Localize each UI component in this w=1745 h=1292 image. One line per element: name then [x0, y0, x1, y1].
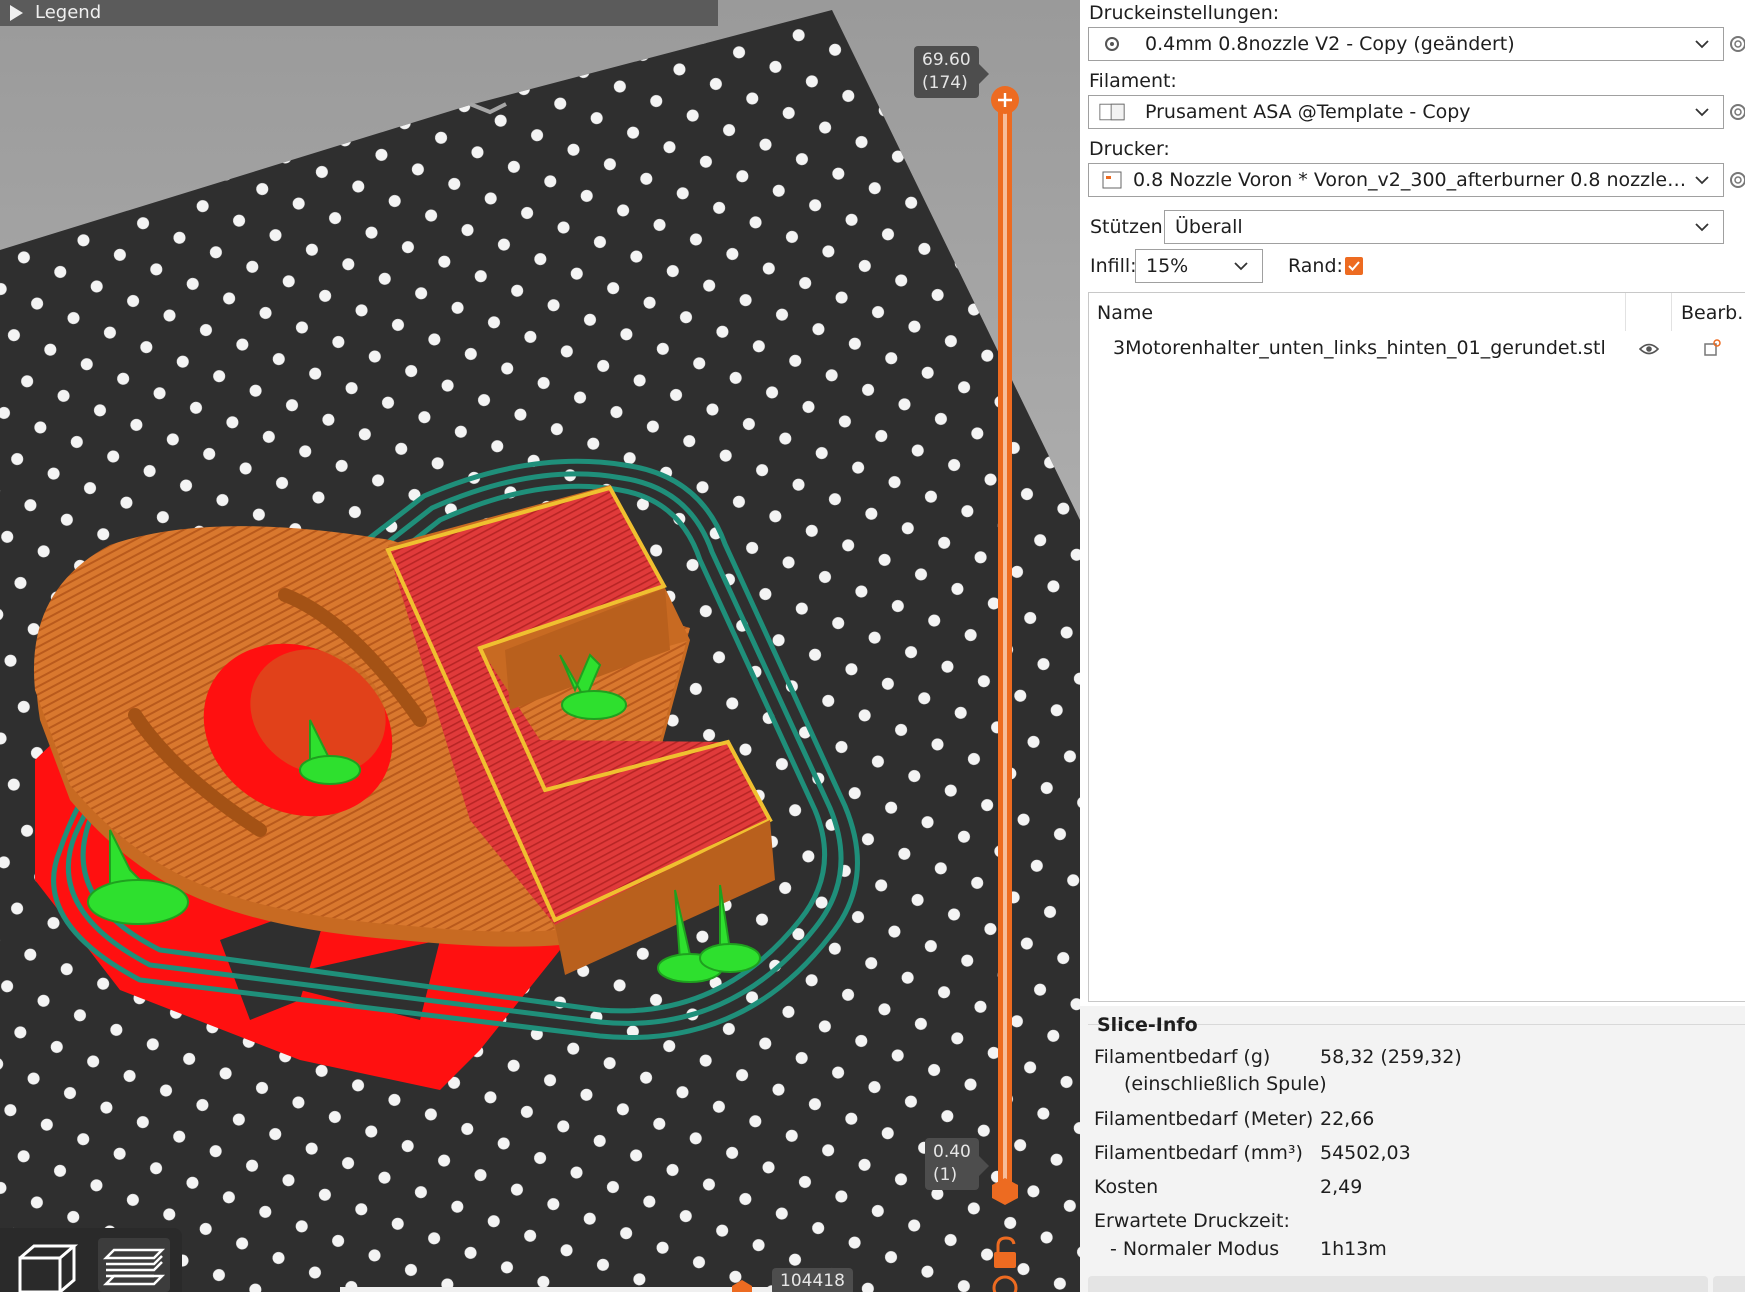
- sliced-model-scene[interactable]: [0, 0, 1080, 1292]
- top-layer-height: 69.60: [922, 50, 971, 70]
- chevron-down-icon: [1691, 107, 1713, 117]
- bottom-layer-number: (1): [933, 1165, 958, 1185]
- bottom-layer-height: 0.40: [933, 1142, 971, 1162]
- normal-mode-time: 1h13m: [1320, 1238, 1387, 1260]
- gear-icon: [1099, 33, 1125, 55]
- export-gcode-button[interactable]: [1088, 1276, 1708, 1292]
- layer-slider[interactable]: [998, 100, 1012, 1190]
- chevron-down-icon: [1691, 175, 1713, 185]
- infill-combo[interactable]: 15%: [1135, 249, 1263, 283]
- brim-checkbox[interactable]: [1345, 257, 1363, 275]
- infill-label: Infill:: [1090, 255, 1137, 277]
- legend-label: Legend: [35, 2, 102, 23]
- filament-value: Prusament ASA @Template - Copy: [1145, 101, 1471, 123]
- supports-combo[interactable]: Überall: [1164, 210, 1724, 244]
- edit-printer-gear-icon[interactable]: [1728, 170, 1745, 190]
- printer-value: 0.8 Nozzle Voron * Voron_v2_300_afterbur…: [1133, 169, 1691, 191]
- cube-icon: [18, 1244, 79, 1292]
- filament-length-value: 22,66: [1320, 1108, 1375, 1130]
- filament-weight-sublabel: (einschließlich Spule): [1124, 1073, 1327, 1095]
- edit-filament-gear-icon[interactable]: [1728, 102, 1745, 122]
- eye-icon[interactable]: [1639, 343, 1659, 355]
- top-layer-number: (174): [922, 73, 968, 93]
- list-item[interactable]: 3Motorenhalter_unten_links_hinten_01_ger…: [1089, 331, 1745, 365]
- 3d-preview-viewport[interactable]: Legend 69.60 (174) 0.40 (1) 104418: [0, 0, 1080, 1292]
- column-header-edit[interactable]: Bearb...: [1681, 302, 1745, 324]
- supports-label: Stützen:: [1090, 216, 1170, 238]
- top-layer-label: 69.60 (174): [914, 46, 989, 98]
- cost-value: 2,49: [1320, 1176, 1363, 1198]
- layers-view-button[interactable]: [98, 1238, 170, 1292]
- view-mode-toolbar: [0, 1228, 182, 1292]
- filament-weight-value: 58,32 (259,32): [1320, 1046, 1462, 1068]
- print-time-label: Erwartete Druckzeit:: [1094, 1210, 1290, 1232]
- filament-label: Filament:: [1089, 70, 1177, 92]
- checkmark-icon: [1348, 261, 1360, 271]
- infill-value: 15%: [1146, 255, 1189, 277]
- legend-toggle[interactable]: Legend: [0, 0, 718, 26]
- column-header-name[interactable]: Name: [1097, 302, 1153, 324]
- chevron-down-icon: [1230, 261, 1252, 271]
- move-slider-value: 104418: [772, 1268, 853, 1292]
- 3d-view-button[interactable]: [12, 1240, 82, 1292]
- brim-label: Rand:: [1288, 255, 1343, 277]
- object-list-header: Name Bearb...: [1089, 293, 1745, 331]
- printer-icon: [1099, 169, 1125, 191]
- normal-mode-label: - Normaler Modus: [1110, 1238, 1280, 1260]
- chevron-down-icon: [1691, 222, 1713, 232]
- printer-label: Drucker:: [1089, 138, 1170, 160]
- object-name: 3Motorenhalter_unten_links_hinten_01_ger…: [1113, 337, 1606, 359]
- send-button[interactable]: [1713, 1276, 1745, 1292]
- slice-info-title: Slice-Info: [1097, 1014, 1198, 1036]
- supports-value: Überall: [1175, 216, 1243, 238]
- filament-combo[interactable]: Prusament ASA @Template - Copy: [1088, 95, 1724, 129]
- print-settings-combo[interactable]: 0.4mm 0.8nozzle V2 - Copy (geändert): [1088, 27, 1724, 61]
- edit-preset-gear-icon[interactable]: [1728, 34, 1745, 54]
- layers-icon: [102, 1248, 166, 1286]
- filament-volume-value: 54502,03: [1320, 1142, 1411, 1164]
- filament-volume-label: Filamentbedarf (mm³): [1094, 1142, 1303, 1164]
- cost-label: Kosten: [1094, 1176, 1159, 1198]
- print-settings-label: Druckeinstellungen:: [1089, 2, 1280, 24]
- filament-length-label: Filamentbedarf (Meter): [1094, 1108, 1314, 1130]
- edit-settings-icon[interactable]: [1703, 339, 1721, 357]
- filament-color-swatch-icon: [1099, 101, 1125, 123]
- layer-slider-top-handle[interactable]: [991, 86, 1019, 114]
- printer-combo[interactable]: 0.8 Nozzle Voron * Voron_v2_300_afterbur…: [1088, 163, 1724, 197]
- expand-triangle-icon: [10, 5, 23, 21]
- chevron-down-icon: [1691, 39, 1713, 49]
- filament-weight-label: Filamentbedarf (g): [1094, 1046, 1271, 1068]
- bottom-layer-label: 0.40 (1): [925, 1138, 989, 1190]
- print-settings-value: 0.4mm 0.8nozzle V2 - Copy (geändert): [1145, 33, 1515, 55]
- object-list[interactable]: Name Bearb... 3Motorenhalter_unten_links…: [1088, 292, 1745, 1002]
